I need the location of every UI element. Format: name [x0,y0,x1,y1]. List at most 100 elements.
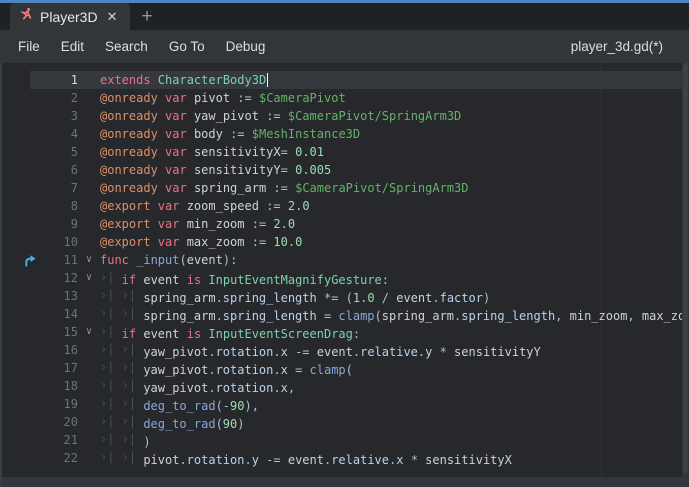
code-line[interactable]: 14›|›|spring_arm.spring_length = clamp(s… [2,305,682,323]
code-line[interactable]: 20 ›|›|deg_to_rad(90) [2,413,682,431]
gutter-icon-slot [2,413,38,431]
code-text[interactable]: @export var zoom_speed := 2.0 [100,199,310,213]
code-line[interactable]: 4 @onready var body := $MeshInstance3D [2,125,682,143]
line-number[interactable]: 22 [38,451,78,465]
code-text[interactable]: @onready var pivot := $CameraPivot [100,91,346,105]
code-text[interactable]: ›|›|yaw_pivot.rotation.x -= event.relati… [100,342,541,359]
line-number[interactable]: 19 [38,397,78,411]
line-number[interactable]: 7 [38,181,78,195]
line-number[interactable]: 18 [38,379,78,393]
code-text[interactable]: @onready var sensitivityX= 0.01 [100,145,324,159]
code-text[interactable]: ›|›|pivot.rotation.y -= event.relative.x… [100,450,512,467]
code-text[interactable]: @export var min_zoom := 2.0 [100,217,295,231]
tab-indent-glyph: ›| [100,432,122,446]
fold-arrow-icon[interactable]: ∨ [78,251,100,269]
gutter-icon-slot [2,341,38,359]
menu-go-to[interactable]: Go To [169,39,205,54]
line-number[interactable]: 8 [38,199,78,213]
code-line[interactable]: 8 @export var zoom_speed := 2.0 [2,197,682,215]
code-line[interactable]: 9 @export var min_zoom := 2.0 [2,215,682,233]
line-number[interactable]: 9 [38,217,78,231]
code-text[interactable]: @export var max_zoom := 10.0 [100,235,302,249]
code-text[interactable]: ›|›|spring_arm.spring_length *= (1.0 / e… [100,288,490,305]
menu-file[interactable]: File [18,39,40,54]
fold-arrow-icon[interactable]: ∨ [78,323,100,341]
line-number[interactable]: 14 [38,307,78,321]
tab-indent-glyph: ›| [100,414,122,428]
tab-indent-glyph: ›| [122,342,144,356]
code-text[interactable]: @onready var spring_arm := $CameraPivot/… [100,181,469,195]
code-text[interactable]: @onready var body := $MeshInstance3D [100,127,360,141]
line-number[interactable]: 15 [38,325,78,339]
tab-indent-glyph: ›| [122,288,144,302]
line-number[interactable]: 11 [38,253,78,267]
code-text[interactable]: extends CharacterBody3D [100,73,268,88]
code-text[interactable]: ›|›|yaw_pivot.rotation.x, [100,378,295,395]
code-line[interactable]: 3 @onready var yaw_pivot := $CameraPivot/… [2,107,682,125]
line-number[interactable]: 17 [38,361,78,375]
vertical-scrollbar[interactable] [682,63,689,487]
code-line[interactable]: 17 ›|›|yaw_pivot.rotation.x = clamp( [2,359,682,377]
horizontal-scrollbar[interactable] [2,477,689,487]
tab-indent-glyph: ›| [100,288,122,302]
code-text[interactable]: ›|›|spring_arm.spring_length = clamp(spr… [100,306,689,323]
code-line[interactable]: 21 ›|›|) [2,431,682,449]
code-line[interactable]: 16 ›|›|yaw_pivot.rotation.x -= event.rela… [2,341,682,359]
gutter-icon-slot [2,161,38,179]
code-lines: 1 extends CharacterBody3D 2 @onready var pi… [2,71,682,467]
line-number[interactable]: 1 [38,73,78,87]
menu-search[interactable]: Search [105,39,148,54]
code-text[interactable]: ›|›|yaw_pivot.rotation.x = clamp( [100,360,353,377]
code-line[interactable]: 18 ›|›|yaw_pivot.rotation.x, [2,377,682,395]
code-text[interactable]: ›|›|deg_to_rad(-90), [100,396,259,413]
gutter-icon-slot [2,395,38,413]
line-number[interactable]: 12 [38,271,78,285]
tab-indent-glyph: ›| [122,450,144,464]
line-number[interactable]: 5 [38,145,78,159]
code-line[interactable]: 1 extends CharacterBody3D [2,71,682,89]
scene-tab-bar: Player3D ✕ + [0,3,689,30]
line-number[interactable]: 13 [38,289,78,303]
new-tab-button[interactable]: + [142,7,153,26]
code-line[interactable]: 5 @onready var sensitivityX= 0.01 [2,143,682,161]
code-text[interactable]: ›|if event is InputEventScreenDrag: [100,324,360,341]
tab-indent-glyph: ›| [100,270,122,284]
code-line[interactable]: 2 @onready var pivot := $CameraPivot [2,89,682,107]
code-line[interactable]: 12∨›|if event is InputEventMagnifyGestur… [2,269,682,287]
code-line[interactable]: 13 ›|›|spring_arm.spring_length *= (1.0 /… [2,287,682,305]
gutter-icon-slot [2,197,38,215]
line-number[interactable]: 2 [38,91,78,105]
line-number[interactable]: 16 [38,343,78,357]
line-number[interactable]: 6 [38,163,78,177]
code-text[interactable]: func _input(event): [100,253,237,267]
code-line[interactable]: 22 ›|›|pivot.rotation.y -= event.relative… [2,449,682,467]
vertical-scrollbar-grabber[interactable] [683,63,688,473]
gutter-icon-slot [2,323,38,341]
code-editor[interactable]: 1 extends CharacterBody3D 2 @onready var pi… [0,63,689,487]
menu-debug[interactable]: Debug [226,39,266,54]
line-number[interactable]: 3 [38,109,78,123]
code-line[interactable]: 11∨func _input(event): [2,251,682,269]
code-text[interactable]: ›|›|) [100,432,151,449]
code-text[interactable]: ›|›|deg_to_rad(90) [100,414,244,431]
character-body-3d-icon [19,7,33,26]
menu-edit[interactable]: Edit [61,39,84,54]
code-line[interactable]: 15∨›|if event is InputEventScreenDrag: [2,323,682,341]
line-number[interactable]: 21 [38,433,78,447]
code-text[interactable]: ›|if event is InputEventMagnifyGesture: [100,270,389,287]
code-line[interactable]: 10 @export var max_zoom := 10.0 [2,233,682,251]
line-number[interactable]: 20 [38,415,78,429]
fold-arrow-icon[interactable]: ∨ [78,269,100,287]
code-line[interactable]: 7 @onready var spring_arm := $CameraPivot… [2,179,682,197]
code-text[interactable]: @onready var sensitivityY= 0.005 [100,163,331,177]
close-tab-icon[interactable]: ✕ [105,9,120,24]
code-line[interactable]: 19 ›|›|deg_to_rad(-90), [2,395,682,413]
code-line[interactable]: 6 @onready var sensitivityY= 0.005 [2,161,682,179]
line-number[interactable]: 4 [38,127,78,141]
tab-indent-glyph: ›| [122,378,144,392]
tab-indent-glyph: ›| [122,432,144,446]
code-text[interactable]: @onready var yaw_pivot := $CameraPivot/S… [100,109,461,123]
tab-indent-glyph: ›| [100,378,122,392]
line-number[interactable]: 10 [38,235,78,249]
tab-player3d[interactable]: Player3D ✕ [10,3,130,30]
